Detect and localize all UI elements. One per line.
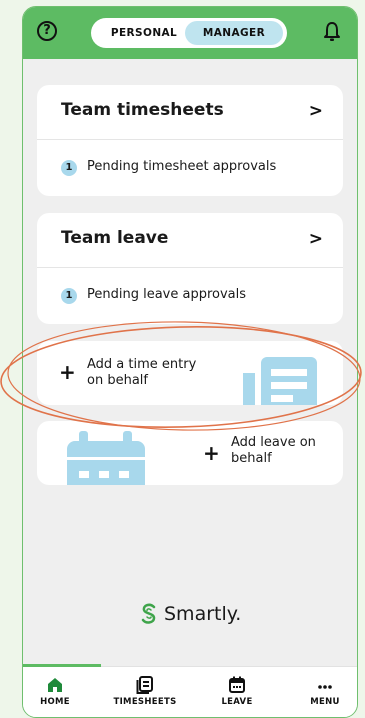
more-icon (318, 685, 332, 689)
pending-timesheets-row[interactable]: 1 Pending timesheet approvals (37, 140, 343, 196)
card-title: Team timesheets (61, 100, 224, 120)
tab-timesheets[interactable]: TIMESHEETS (109, 675, 181, 707)
card-title: Team leave (61, 228, 169, 248)
count-badge: 1 (61, 160, 77, 176)
timesheets-icon (136, 676, 153, 694)
chevron-right-icon: > (308, 101, 323, 121)
tab-label: TIMESHEETS (113, 697, 177, 707)
active-tab-indicator (23, 664, 101, 667)
tab-label: HOME (40, 697, 70, 707)
top-bar: ? PERSONAL MANAGER (23, 7, 357, 59)
home-icon (48, 678, 62, 692)
tab-menu[interactable]: MENU (289, 675, 357, 707)
team-timesheets-header[interactable]: Team timesheets > (37, 85, 343, 140)
calendar-illustration-icon (67, 431, 145, 485)
team-leave-header[interactable]: Team leave > (37, 213, 343, 268)
add-leave-button[interactable]: + Add leave on behalf (37, 421, 343, 485)
tab-manager[interactable]: MANAGER (185, 21, 283, 45)
count-badge: 1 (61, 288, 77, 304)
tab-home[interactable]: HOME (23, 675, 91, 707)
app-frame: ? PERSONAL MANAGER Team timesheets > 1 P… (22, 6, 358, 718)
tab-label: MENU (310, 697, 340, 707)
row-label: Pending timesheet approvals (87, 159, 277, 174)
chevron-right-icon: > (308, 229, 323, 249)
smartly-logo-icon (141, 603, 156, 624)
help-icon[interactable]: ? (37, 21, 57, 41)
role-switch: PERSONAL MANAGER (91, 18, 287, 48)
team-timesheets-card: Team timesheets > 1 Pending timesheet ap… (37, 85, 343, 196)
plus-icon: + (59, 360, 76, 384)
tab-label: LEAVE (221, 697, 253, 707)
add-time-entry-label: Add a time entry on behalf (87, 357, 197, 388)
brand-name: Smartly. (164, 603, 242, 625)
team-leave-card: Team leave > 1 Pending leave approvals (37, 213, 343, 324)
tab-personal[interactable]: PERSONAL (99, 18, 189, 48)
add-time-entry-button[interactable]: + Add a time entry on behalf (37, 341, 343, 405)
timesheet-illustration-icon (243, 357, 317, 405)
tab-leave[interactable]: LEAVE (201, 675, 273, 707)
bottom-tab-bar: HOME TIMESHEETS LEAVE MENU (23, 664, 357, 717)
brand-logo: Smartly. (140, 601, 241, 627)
row-label: Pending leave approvals (87, 287, 247, 302)
bell-icon[interactable] (323, 21, 341, 43)
calendar-icon (229, 676, 245, 693)
add-leave-label: Add leave on behalf (231, 435, 316, 466)
pending-leave-row[interactable]: 1 Pending leave approvals (37, 268, 343, 324)
plus-icon: + (203, 441, 220, 465)
